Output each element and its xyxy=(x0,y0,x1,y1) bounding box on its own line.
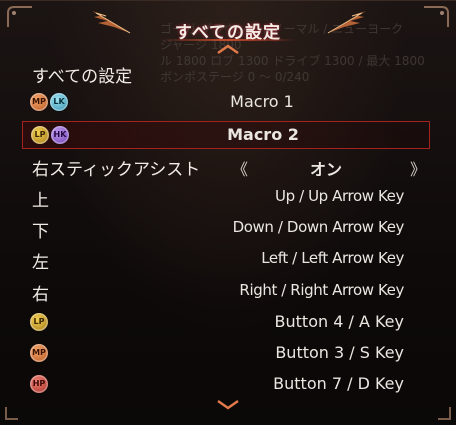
setting-row-macro-1[interactable]: MP LK Macro 1 xyxy=(22,89,430,117)
setting-value: Up / Up Arrow Key xyxy=(275,187,404,205)
setting-value: Button 3 / S Key xyxy=(275,343,404,362)
setting-value: Macro 2 xyxy=(227,125,299,144)
setting-label: 左 xyxy=(32,253,49,273)
button-badges: LP xyxy=(30,313,50,333)
setting-value: オン xyxy=(309,160,342,179)
setting-label: 下 xyxy=(32,222,49,242)
setting-label: 右スティックアシスト xyxy=(32,160,201,180)
bottom-left-corner-ornament xyxy=(5,407,18,420)
option-right-arrow-icon[interactable]: 》 xyxy=(410,156,426,180)
setting-row-right[interactable]: 右 Right / Right Arrow Key xyxy=(22,278,430,306)
setting-row-mp-button[interactable]: MP Button 3 / S Key xyxy=(22,340,430,368)
section-label: すべての設定 xyxy=(32,67,133,87)
button-badges: MP xyxy=(30,344,50,364)
lk-button-icon: LK xyxy=(50,93,68,111)
setting-value: Down / Down Arrow Key xyxy=(232,218,405,236)
hk-button-icon: HK xyxy=(51,126,69,144)
bottom-right-corner-ornament xyxy=(438,407,451,420)
setting-row-lp-button[interactable]: LP Button 4 / A Key xyxy=(22,309,430,337)
setting-value: Button 7 / D Key xyxy=(273,374,404,393)
settings-panel: ゴーガ グラウンド / ノーマル / ニューヨーク ジャージ 1800 ル 18… xyxy=(0,0,456,425)
setting-row-macro-2[interactable]: LP HK Macro 2 xyxy=(22,121,430,149)
setting-row-left[interactable]: 左 Left / Left Arrow Key xyxy=(22,246,430,274)
setting-row-right-stick-assist[interactable]: 右スティックアシスト 《 オン 》 xyxy=(22,153,430,181)
scroll-up-icon[interactable] xyxy=(214,43,242,55)
setting-row-up[interactable]: 上 Up / Up Arrow Key xyxy=(22,184,430,212)
setting-row-down[interactable]: 下 Down / Down Arrow Key xyxy=(22,215,430,243)
button-badges: MP LK xyxy=(30,93,70,113)
setting-row-hp-button[interactable]: HP Button 7 / D Key xyxy=(22,371,430,399)
setting-value: Macro 1 xyxy=(230,92,294,111)
lp-button-icon: LP xyxy=(30,313,48,331)
lp-button-icon: LP xyxy=(31,126,49,144)
mp-button-icon: MP xyxy=(30,93,48,111)
mp-button-icon: MP xyxy=(30,344,48,362)
setting-label: 上 xyxy=(32,191,49,211)
setting-value: Right / Right Arrow Key xyxy=(239,281,404,299)
hp-button-icon: HP xyxy=(30,375,48,393)
setting-value: Left / Left Arrow Key xyxy=(261,249,404,267)
setting-label: 右 xyxy=(32,285,49,305)
button-badges: HP xyxy=(30,375,50,395)
setting-value: Button 4 / A Key xyxy=(274,312,404,331)
button-badges: LP HK xyxy=(31,126,71,146)
scroll-down-icon[interactable] xyxy=(214,399,242,411)
title-underline xyxy=(160,39,296,41)
